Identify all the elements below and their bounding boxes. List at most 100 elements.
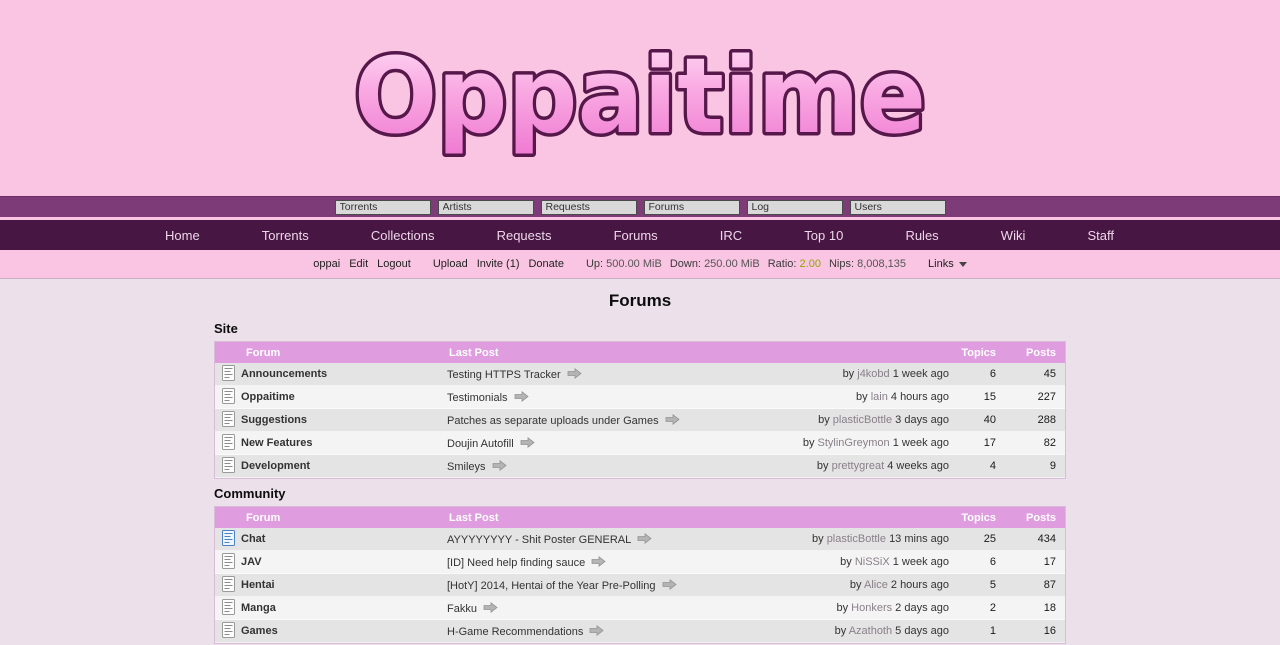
- last-post-time: 1 week ago: [893, 437, 949, 449]
- column-header-topics: Topics: [949, 507, 1005, 528]
- jump-to-post-icon[interactable]: [520, 437, 535, 448]
- last-post-time: 2 days ago: [895, 602, 949, 614]
- upload-link[interactable]: Upload: [433, 258, 468, 270]
- posts-count: 9: [1005, 455, 1065, 478]
- topics-count: 6: [949, 363, 1005, 386]
- topics-count: 4: [949, 455, 1005, 478]
- forum-link[interactable]: Oppaitime: [241, 391, 295, 403]
- last-post-time: 1 week ago: [893, 368, 949, 380]
- forum-row: Chat AYYYYYYYY - Shit Poster GENERAL by …: [215, 528, 1065, 551]
- last-post-time: 3 days ago: [895, 414, 949, 426]
- topic-link[interactable]: [HotY] 2014, Hentai of the Year Pre-Poll…: [447, 580, 656, 592]
- nav-item[interactable]: Forums: [614, 228, 658, 243]
- search-strip: [0, 196, 1280, 220]
- jump-to-post-icon[interactable]: [514, 391, 529, 402]
- username-link[interactable]: Honkers: [851, 602, 892, 614]
- jump-to-post-icon[interactable]: [662, 579, 677, 590]
- topic-link[interactable]: Fakku: [447, 603, 477, 615]
- nav-item[interactable]: IRC: [720, 228, 742, 243]
- username-link[interactable]: plasticBottle: [833, 414, 892, 426]
- nav-item[interactable]: Staff: [1087, 228, 1114, 243]
- topic-link[interactable]: Doujin Autofill: [447, 438, 514, 450]
- nav-item[interactable]: Requests: [497, 228, 552, 243]
- username-link[interactable]: NiSSiX: [855, 556, 890, 568]
- nav-item[interactable]: Collections: [371, 228, 435, 243]
- username-link[interactable]: Azathoth: [849, 625, 892, 637]
- forum-icon: [222, 530, 235, 546]
- search-input[interactable]: [438, 200, 534, 215]
- user-stats: Up: 500.00 MiB Down: 250.00 MiB Ratio: 2…: [586, 258, 906, 270]
- jump-to-post-icon[interactable]: [665, 414, 680, 425]
- forum-icon: [222, 434, 235, 450]
- username-link[interactable]: j4kobd: [857, 368, 889, 380]
- topic-link[interactable]: [ID] Need help finding sauce: [447, 557, 585, 569]
- nav-item[interactable]: Top 10: [804, 228, 843, 243]
- column-header-posts: Posts: [1005, 507, 1065, 528]
- forum-icon: [222, 411, 235, 427]
- jump-to-post-icon[interactable]: [637, 533, 652, 544]
- top-banner: Oppaitime: [0, 0, 1280, 196]
- invite-link[interactable]: Invite (1): [477, 258, 520, 270]
- search-input[interactable]: [335, 200, 431, 215]
- username-link[interactable]: lain: [871, 391, 888, 403]
- forum-row: Manga Fakku by Honkers 2 days ago 2 18: [215, 597, 1065, 620]
- forum-link[interactable]: Suggestions: [241, 414, 307, 426]
- topic-link[interactable]: Patches as separate uploads under Games: [447, 415, 659, 427]
- user-stat: Nips: 8,008,135: [829, 258, 906, 270]
- posts-count: 16: [1005, 620, 1065, 643]
- search-input[interactable]: [850, 200, 946, 215]
- topic-link[interactable]: Testimonials: [447, 392, 508, 404]
- jump-to-post-icon[interactable]: [589, 625, 604, 636]
- user-links-group: oppai Edit Logout: [313, 258, 411, 270]
- last-post-time: 4 weeks ago: [887, 460, 949, 472]
- last-post-time: 5 days ago: [895, 625, 949, 637]
- nav-item[interactable]: Home: [165, 228, 200, 243]
- username-link[interactable]: prettygreat: [832, 460, 885, 472]
- last-post-time: 2 hours ago: [891, 579, 949, 591]
- search-input[interactable]: [541, 200, 637, 215]
- forum-link[interactable]: Chat: [241, 533, 265, 545]
- column-header-posts: Posts: [1005, 342, 1065, 363]
- jump-to-post-icon[interactable]: [492, 460, 507, 471]
- username-link[interactable]: oppai: [313, 258, 340, 270]
- forum-link[interactable]: Announcements: [241, 368, 327, 380]
- links-dropdown[interactable]: Links: [928, 258, 967, 270]
- topic-link[interactable]: Smileys: [447, 461, 486, 473]
- main-nav: Home Torrents Collections Requests Forum…: [0, 220, 1280, 250]
- user-stat: Ratio: 2.00: [768, 258, 821, 270]
- jump-to-post-icon[interactable]: [483, 602, 498, 613]
- forum-link[interactable]: JAV: [241, 556, 262, 568]
- search-input[interactable]: [644, 200, 740, 215]
- topic-link[interactable]: Testing HTTPS Tracker: [447, 369, 561, 381]
- topics-count: 15: [949, 386, 1005, 409]
- forum-link[interactable]: Hentai: [241, 579, 275, 591]
- user-stat: Up: 500.00 MiB: [586, 258, 662, 270]
- posts-count: 434: [1005, 528, 1065, 551]
- column-header-forum: Forum: [215, 507, 447, 528]
- logout-link[interactable]: Logout: [377, 258, 411, 270]
- forum-link[interactable]: Games: [241, 625, 278, 637]
- nav-item[interactable]: Rules: [905, 228, 938, 243]
- forum-link[interactable]: Development: [241, 460, 310, 472]
- nav-item[interactable]: Torrents: [262, 228, 309, 243]
- last-post-time: 1 week ago: [893, 556, 949, 568]
- topics-count: 40: [949, 409, 1005, 432]
- jump-to-post-icon[interactable]: [567, 368, 582, 379]
- forum-link[interactable]: Manga: [241, 602, 276, 614]
- nav-item[interactable]: Wiki: [1001, 228, 1026, 243]
- donate-link[interactable]: Donate: [528, 258, 563, 270]
- username-link[interactable]: StylinGreymon: [818, 437, 890, 449]
- forum-row: Development Smileys by prettygreat 4 wee…: [215, 455, 1065, 478]
- topics-count: 17: [949, 432, 1005, 455]
- logo-link[interactable]: Oppaitime: [340, 26, 940, 171]
- username-link[interactable]: Alice: [864, 579, 888, 591]
- username-link[interactable]: plasticBottle: [827, 533, 886, 545]
- edit-link[interactable]: Edit: [349, 258, 368, 270]
- topic-link[interactable]: H-Game Recommendations: [447, 626, 583, 638]
- jump-to-post-icon[interactable]: [591, 556, 606, 567]
- topic-link[interactable]: AYYYYYYYY - Shit Poster GENERAL: [447, 534, 631, 546]
- search-input[interactable]: [747, 200, 843, 215]
- forum-link[interactable]: New Features: [241, 437, 313, 449]
- forum-row: Announcements Testing HTTPS Tracker by j…: [215, 363, 1065, 386]
- forum-icon: [222, 365, 235, 381]
